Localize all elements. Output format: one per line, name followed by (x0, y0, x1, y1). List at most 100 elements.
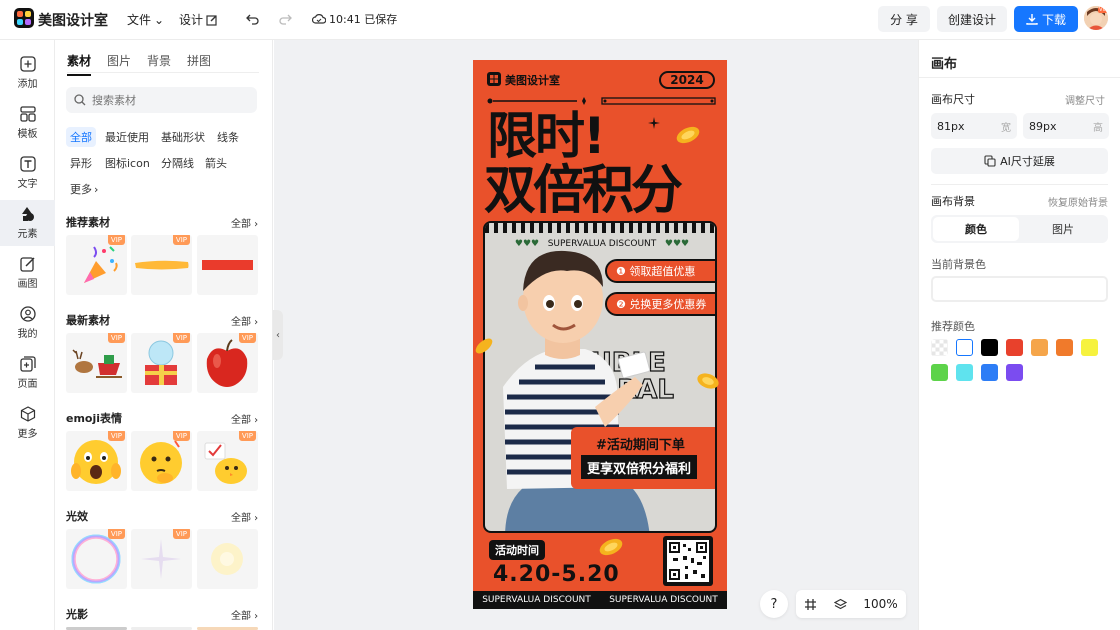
rail-item-add[interactable]: 添加 (0, 50, 55, 96)
thumb-red-bar[interactable] (197, 235, 258, 295)
chip-arrows[interactable]: 箭头 (201, 153, 231, 173)
vip-badge: VIP (107, 333, 125, 343)
color-swatch[interactable] (931, 364, 948, 381)
app-name: 美图设计室 (38, 13, 108, 29)
color-swatch[interactable] (1081, 339, 1098, 356)
download-label: 下载 (1041, 12, 1066, 27)
ai-extend-button[interactable]: AI尺寸延展 (931, 148, 1108, 174)
see-all-link[interactable]: 全部 › (231, 411, 258, 426)
redo-icon[interactable] (278, 12, 292, 26)
thumb-soft-glow[interactable] (197, 529, 258, 589)
chip-icons[interactable]: 图标icon (101, 153, 154, 173)
save-status-text: 10:41 已保存 (329, 13, 398, 26)
file-menu[interactable]: 文件 ⌄ (127, 11, 164, 28)
thumb-party-popper[interactable]: VIP (66, 235, 127, 295)
color-swatch[interactable] (956, 364, 973, 381)
thumb-red-apple[interactable]: VIP (197, 333, 258, 393)
thumb-bubble-ring[interactable]: VIP (66, 529, 127, 589)
section-title: emoji表情 (66, 412, 123, 425)
vip-badge: VIP (107, 431, 125, 441)
see-all-link[interactable]: 全部 › (231, 509, 258, 524)
qr-code[interactable] (663, 536, 713, 586)
thumb-snow-globe-gift[interactable]: VIP (131, 333, 192, 393)
rail-item-more[interactable]: 更多 (0, 400, 55, 446)
share-label: 分 享 (890, 12, 918, 27)
poster-footer-strip: SUPERVALUA DISCOUNT SUPERVALUA DISCOUNT (473, 591, 727, 609)
thumb-yellow-brush-stroke[interactable]: VIP (131, 235, 192, 295)
color-swatch[interactable] (956, 339, 973, 356)
color-swatch[interactable] (1031, 339, 1048, 356)
color-swatch[interactable] (981, 364, 998, 381)
color-swatch[interactable] (1006, 364, 1023, 381)
panel-title: 画布 (931, 57, 958, 72)
thumb-reindeer-sleigh[interactable]: VIP (66, 333, 127, 393)
thumb-shocked-emoji[interactable]: VIP (66, 431, 127, 491)
chevron-left-icon: ‹ (276, 329, 280, 341)
color-swatch[interactable] (931, 339, 948, 356)
chip-recent[interactable]: 最近使用 (101, 127, 153, 147)
template-icon (19, 106, 36, 122)
chip-dividers[interactable]: 分隔线 (157, 153, 198, 173)
height-field[interactable]: 89px 高 (1023, 113, 1109, 139)
rail-item-template[interactable]: 模板 (0, 100, 55, 146)
rail-item-mine[interactable]: 我的 (0, 300, 55, 346)
shapes-icon (21, 207, 34, 221)
share-button[interactable]: 分 享 (878, 6, 930, 32)
see-all-link[interactable]: 全部 › (231, 313, 258, 328)
download-button[interactable]: 下载 (1014, 6, 1078, 32)
seg-color[interactable]: 颜色 (933, 217, 1019, 241)
divider (919, 77, 1120, 78)
help-label: ? (770, 596, 778, 612)
avatar[interactable]: VIP (1084, 6, 1108, 30)
design-menu[interactable]: 设计 (179, 11, 218, 28)
poster-canvas[interactable]: 美图设计室 2024 限时! 双倍积分 ♥♥♥ SUPERVALUA DISCO… (473, 60, 727, 609)
grid-icon[interactable] (804, 598, 817, 611)
color-swatch[interactable] (981, 339, 998, 356)
rail-label: 添加 (17, 79, 38, 90)
rail-item-text[interactable]: 文字 (0, 150, 55, 196)
vip-badge: VIP (172, 431, 190, 441)
seg-image[interactable]: 图片 (1020, 217, 1106, 241)
search-input[interactable] (92, 93, 242, 107)
search-box[interactable] (66, 87, 257, 113)
collapse-panel-handle[interactable]: ‹ (273, 310, 283, 360)
adjust-size-link[interactable]: 调整尺寸 (1065, 92, 1105, 107)
canvas-stage[interactable]: 美图设计室 2024 限时! 双倍积分 ♥♥♥ SUPERVALUA DISCO… (274, 40, 918, 630)
help-button[interactable]: ? (760, 590, 788, 618)
chip-all[interactable]: 全部 (66, 127, 96, 147)
user-icon (19, 306, 36, 322)
chip-basic-shapes[interactable]: 基础形状 (157, 127, 209, 147)
benefit-pill-1: ❶ 领取超值优惠 (605, 259, 715, 283)
rail-item-elements[interactable]: 元素 (0, 200, 55, 246)
color-swatch[interactable] (1006, 339, 1023, 356)
chip-irregular[interactable]: 异形 (66, 153, 96, 173)
draw-icon (19, 257, 35, 272)
undo-icon[interactable] (246, 12, 260, 26)
zoom-level[interactable]: 100% (863, 597, 897, 611)
restore-bg-link[interactable]: 恢复原始背景 (1048, 194, 1108, 209)
create-design-label: 创建设计 (947, 12, 996, 27)
create-design-button[interactable]: 创建设计 (937, 6, 1007, 32)
chip-lines[interactable]: 线条 (213, 127, 243, 147)
color-swatch[interactable] (1056, 339, 1073, 356)
layers-icon[interactable] (833, 598, 847, 611)
ticket-edge (485, 223, 715, 233)
width-field[interactable]: 81px 宽 (931, 113, 1017, 139)
thumb-chick-emoji[interactable]: VIP (197, 431, 258, 491)
see-all-label: 全部 (231, 611, 251, 622)
see-all-link[interactable]: 全部 › (231, 607, 258, 622)
thumb-thinking-emoji[interactable]: VIP (131, 431, 192, 491)
rail-item-page[interactable]: 页面 (0, 350, 55, 396)
page-add-icon (19, 356, 36, 372)
rail-label: 模板 (17, 129, 38, 140)
rail-item-draw[interactable]: 画图 (0, 250, 55, 296)
tab-divider (67, 72, 259, 73)
chip-more[interactable]: 更多 › (66, 179, 102, 199)
current-bg-swatch[interactable] (931, 276, 1108, 302)
see-all-link[interactable]: 全部 › (231, 215, 258, 230)
app-logo[interactable] (14, 8, 34, 28)
file-menu-label: 文件 (127, 13, 152, 27)
thumb-star-sparkle[interactable]: VIP (131, 529, 192, 589)
poster-photo-card[interactable]: ♥♥♥ SUPERVALUA DISCOUNT ♥♥♥ DOUBLE INTEG… (483, 221, 717, 533)
avatar-vip-badge: VIP (1098, 7, 1108, 13)
